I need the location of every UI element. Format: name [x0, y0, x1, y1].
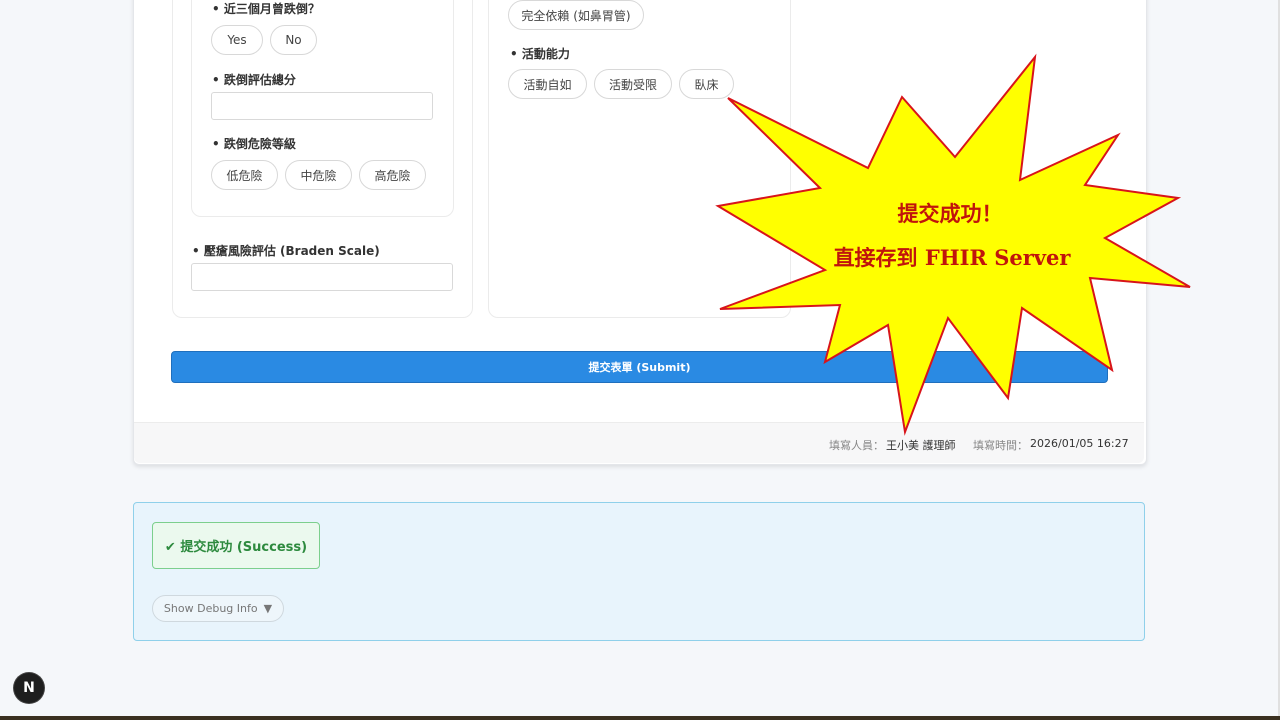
callout-line-2: 直接存到 FHIR Server: [833, 245, 1071, 270]
fall-score-label: • 跌倒評估總分: [212, 73, 296, 87]
mobility-limited-option[interactable]: 活動受限: [594, 69, 672, 99]
fall-risk-high-option[interactable]: 高危險: [359, 160, 426, 190]
chevron-down-icon: ▼: [263, 602, 273, 615]
callout-line-1: 提交成功！: [897, 201, 1003, 226]
fall-yes-option[interactable]: Yes: [211, 25, 263, 55]
success-message: ✔ 提交成功 (Success): [152, 522, 320, 569]
mobility-free-option[interactable]: 活動自如: [508, 69, 587, 99]
fall-score-input[interactable]: [211, 92, 433, 120]
window-bottom-edge: [0, 716, 1280, 720]
submit-form-button[interactable]: 提交表單 (Submit): [171, 351, 1108, 383]
fall-risk-medium-option[interactable]: 中危險: [285, 160, 352, 190]
fill-time-value: 2026/01/05 16:27: [1030, 437, 1129, 450]
fall-risk-low-option[interactable]: 低危險: [211, 160, 278, 190]
mobility-label: • 活動能力: [510, 47, 570, 61]
fall-history-question: • 近三個月曾跌倒？: [212, 2, 320, 16]
fill-time-label: 填寫時間：: [973, 439, 1028, 452]
show-debug-info-button[interactable]: Show Debug Info ▼: [152, 595, 284, 622]
mobility-bedridden-option[interactable]: 臥床: [679, 69, 734, 99]
fall-no-option[interactable]: No: [270, 25, 317, 55]
braden-scale-input[interactable]: [191, 263, 453, 291]
filler-label: 填寫人員：: [829, 439, 884, 452]
fall-risk-level-label: • 跌倒危險等級: [212, 137, 296, 151]
dev-tools-badge[interactable]: N: [14, 673, 44, 703]
filler-value: 王小美 護理師: [886, 439, 956, 452]
feeding-full-dependence-option[interactable]: 完全依賴 (如鼻胃管): [508, 0, 644, 30]
braden-scale-label: • 壓瘡風險評估 (Braden Scale): [192, 244, 380, 258]
